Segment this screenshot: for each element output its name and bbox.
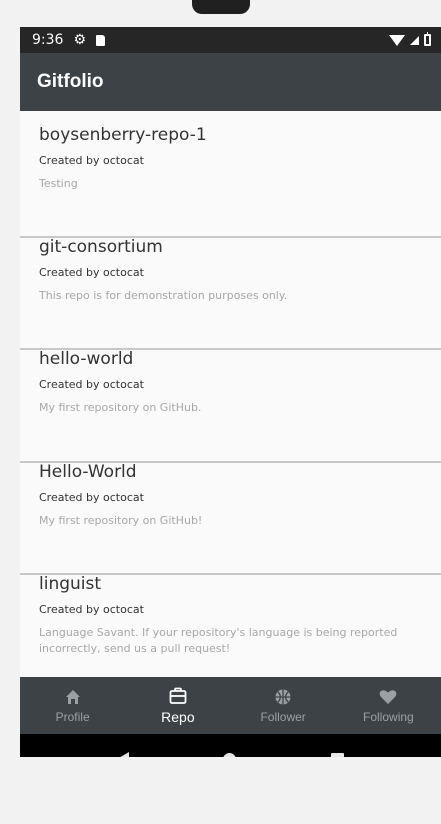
status-bar: 9:36 ⚙ [20,27,441,53]
repo-list-item[interactable]: Hello-World Created by octocat My first … [20,461,441,529]
nav-label: Following [363,709,414,724]
status-time: 9:36 [32,32,64,48]
repo-creator: Created by octocat [39,378,144,391]
repo-name: boysenberry-repo-1 [39,125,207,145]
repo-creator: Created by octocat [39,154,144,167]
home-button[interactable] [223,752,237,757]
repo-description: Testing [39,177,78,190]
repo-description: My first repository on GitHub. [39,401,202,414]
repo-list-item[interactable]: git-consortium Created by octocat This r… [20,236,441,304]
nav-item-following[interactable]: Following [336,677,441,734]
repo-list-item[interactable]: linguist Created by octocat Language Sav… [20,573,441,657]
nav-label: Follower [260,709,306,724]
system-navigation-bar [20,734,441,757]
nav-label: Repo [161,708,195,725]
nav-item-repo[interactable]: Repo [125,677,230,734]
repo-list-item[interactable]: boysenberry-repo-1 Created by octocat Te… [20,124,441,192]
repo-list[interactable]: boysenberry-repo-1 Created by octocat Te… [20,111,441,677]
signal-icon [410,35,419,45]
gear-icon: ⚙ [73,32,87,48]
repo-name: Hello-World [39,462,137,482]
app-title: Gitfolio [37,71,104,92]
repo-description: Language Savant. If your repository's la… [39,626,398,655]
nav-item-follower[interactable]: Follower [231,677,336,734]
recents-button[interactable] [330,752,344,757]
status-right-icons [389,32,431,46]
bottom-navigation: Profile Repo Follower Following [20,677,441,734]
wifi-icon [389,34,405,46]
repo-name: git-consortium [39,237,163,257]
basketball-icon [274,688,292,706]
repo-name: linguist [39,574,102,594]
repo-creator: Created by octocat [39,491,144,504]
briefcase-icon [169,687,187,705]
repo-list-item[interactable]: hello-world Created by octocat My first … [20,348,441,416]
heart-icon [379,688,397,706]
nav-item-profile[interactable]: Profile [20,677,125,734]
app-bar: Gitfolio [20,53,441,111]
repo-creator: Created by octocat [39,603,144,616]
phone-screen: 9:36 ⚙ Gitfolio boysenberry-repo-1 Creat… [20,27,441,757]
repo-description: My first repository on GitHub! [39,514,203,527]
repo-creator: Created by octocat [39,266,144,279]
repo-name: hello-world [39,349,134,369]
home-icon [65,688,81,706]
repo-description: This repo is for demonstration purposes … [39,289,288,302]
device-notch [192,0,250,14]
back-button[interactable] [117,752,130,757]
battery-icon [424,32,431,46]
sd-card-icon [96,34,106,46]
nav-label: Profile [55,709,90,724]
